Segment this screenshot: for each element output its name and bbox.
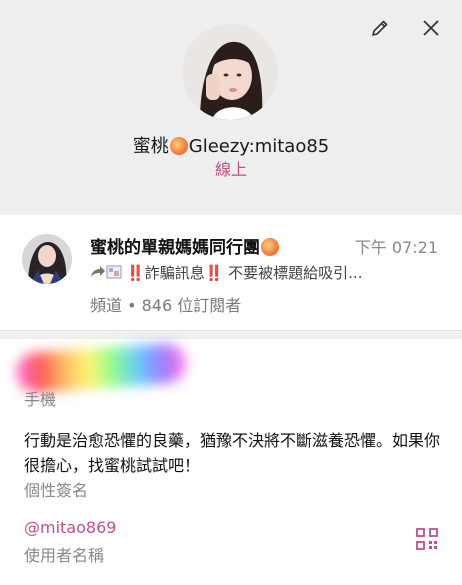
username-value[interactable]: @mitao869 <box>24 518 116 537</box>
peach-icon <box>169 137 188 155</box>
message-tail: 不要被標題給吸引... <box>223 264 363 282</box>
divider <box>0 330 462 339</box>
channel-meta: 頻道 • 846 位訂閱者 <box>90 296 242 315</box>
forward-arrow-icon <box>91 266 105 277</box>
profile-name-prefix: 蜜桃 <box>132 136 169 157</box>
channel-title-text: 蜜桃的單親媽媽同行團 <box>90 238 260 258</box>
peach-icon <box>261 238 279 256</box>
profile-avatar[interactable] <box>182 24 278 120</box>
qr-code-icon <box>416 528 438 550</box>
message-text: 詐騙訊息 <box>144 264 205 282</box>
qr-code-button[interactable] <box>416 528 438 550</box>
online-status: 線上 <box>214 160 247 179</box>
profile-name: 蜜桃 Gleezy:mitao85 <box>0 132 462 158</box>
channel-last-message: ‼️詐騙訊息‼️ 不要被標題給吸引... <box>90 262 440 283</box>
profile-name-suffix: Gleezy:mitao85 <box>188 136 330 157</box>
warning-bang-2: ‼️ <box>204 264 224 282</box>
image-thumbnail-icon <box>106 265 122 279</box>
channel-card[interactable]: 蜜桃的單親媽媽同行團 下午 07:21 ‼️詐騙訊息‼️ 不要被標題給吸引...… <box>0 215 462 330</box>
bio-text: 行動是治愈恐懼的良藥，猶豫不決將不斷滋養恐懼。如果你很擔心，找蜜桃試試吧！ <box>24 431 441 475</box>
close-button[interactable] <box>417 14 445 42</box>
channel-title: 蜜桃的單親媽媽同行團 <box>90 233 280 258</box>
profile-header: 蜜桃 Gleezy:mitao85 線上 <box>0 0 462 215</box>
warning-bang: ‼️ <box>126 264 145 282</box>
close-icon <box>423 20 439 36</box>
pencil-icon <box>372 20 388 36</box>
channel-time: 下午 07:21 <box>354 238 438 257</box>
edit-button[interactable] <box>366 14 394 42</box>
phone-label: 手機 <box>24 390 57 409</box>
channel-avatar <box>22 234 72 284</box>
channel-avatar-photo <box>22 234 72 284</box>
username-label: 使用者名稱 <box>24 546 105 565</box>
avatar-photo <box>182 24 278 120</box>
bio-label: 個性簽名 <box>24 481 89 500</box>
